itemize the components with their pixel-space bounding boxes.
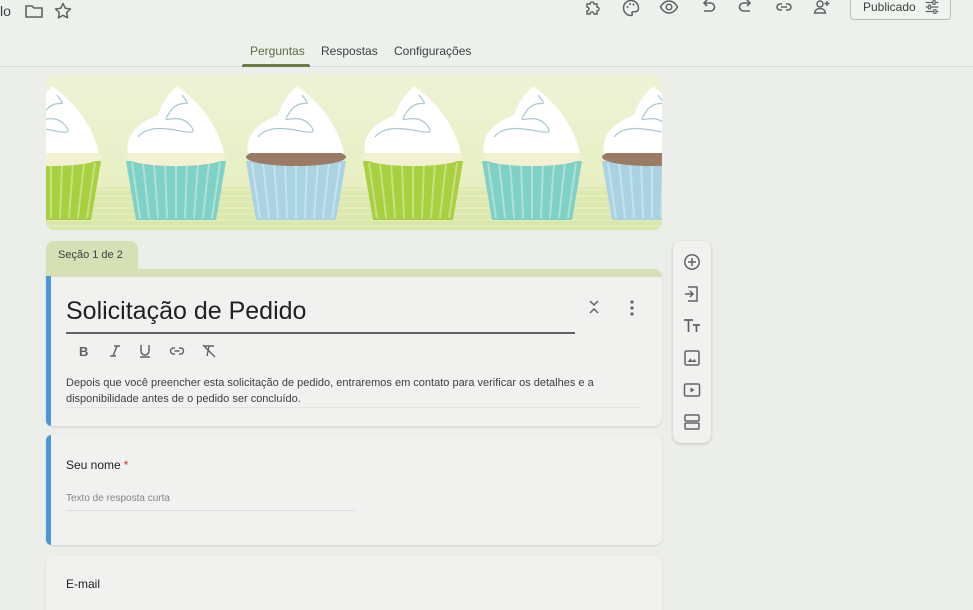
active-tab-indicator: [242, 64, 310, 67]
section-label: Seção 1 de 2: [58, 249, 123, 261]
add-title-icon[interactable]: [682, 316, 702, 336]
tab-perguntas[interactable]: Perguntas: [250, 44, 305, 58]
form-title-card[interactable]: Solicitação de Pedido B Depois que você …: [46, 269, 662, 426]
add-image-icon[interactable]: [682, 348, 702, 368]
star-icon[interactable]: [53, 1, 73, 21]
publish-settings-icon: [925, 0, 939, 14]
question-label: Seu nome *: [66, 458, 128, 472]
svg-text:B: B: [79, 344, 88, 359]
form-title[interactable]: Solicitação de Pedido: [66, 297, 306, 326]
active-card-accent: [46, 276, 51, 426]
palette-icon[interactable]: [621, 0, 641, 18]
publish-label: Publicado: [863, 0, 916, 14]
short-answer-placeholder: Texto de resposta curta: [66, 493, 354, 511]
redo-icon[interactable]: [736, 0, 756, 17]
addon-puzzle-icon[interactable]: [583, 0, 603, 18]
add-video-icon[interactable]: [682, 380, 702, 400]
question-title: Seu nome: [66, 458, 121, 472]
underline-icon[interactable]: [137, 343, 153, 359]
add-collaborator-icon[interactable]: [812, 0, 832, 17]
form-name-fragment[interactable]: lo: [0, 3, 11, 19]
tab-configuracoes[interactable]: Configurações: [394, 44, 471, 58]
title-underline: [66, 332, 575, 334]
publish-button[interactable]: Publicado: [850, 0, 951, 20]
insert-link-icon[interactable]: [169, 343, 185, 359]
question-title: E-mail: [66, 577, 101, 591]
top-bar: lo Publicado Perguntas Respostas Configu…: [0, 0, 973, 67]
clear-format-icon[interactable]: [201, 343, 217, 359]
required-asterisk: *: [123, 458, 129, 472]
import-questions-icon[interactable]: [682, 284, 702, 304]
link-icon[interactable]: [774, 0, 794, 17]
question-card-name[interactable]: Seu nome * Texto de resposta curta: [46, 435, 662, 545]
floating-add-toolbar: [673, 241, 711, 443]
collapse-section-icon[interactable]: [587, 299, 601, 315]
section-indicator-tab: Seção 1 de 2: [46, 241, 138, 271]
tab-respostas[interactable]: Respostas: [321, 44, 378, 58]
undo-icon[interactable]: [698, 0, 718, 17]
active-card-accent: [46, 435, 51, 545]
add-section-icon[interactable]: [682, 412, 702, 432]
folder-icon[interactable]: [24, 1, 44, 21]
bold-icon[interactable]: B: [76, 343, 92, 359]
preview-eye-icon[interactable]: [659, 0, 679, 17]
description-underline: [66, 407, 640, 408]
form-description[interactable]: Depois que você preencher esta solicitaç…: [66, 375, 640, 407]
add-question-icon[interactable]: [682, 252, 702, 272]
question-card-email[interactable]: E-mail: [46, 556, 662, 610]
italic-icon[interactable]: [107, 343, 123, 359]
header-image: [46, 75, 662, 230]
more-vert-icon[interactable]: [625, 299, 639, 317]
